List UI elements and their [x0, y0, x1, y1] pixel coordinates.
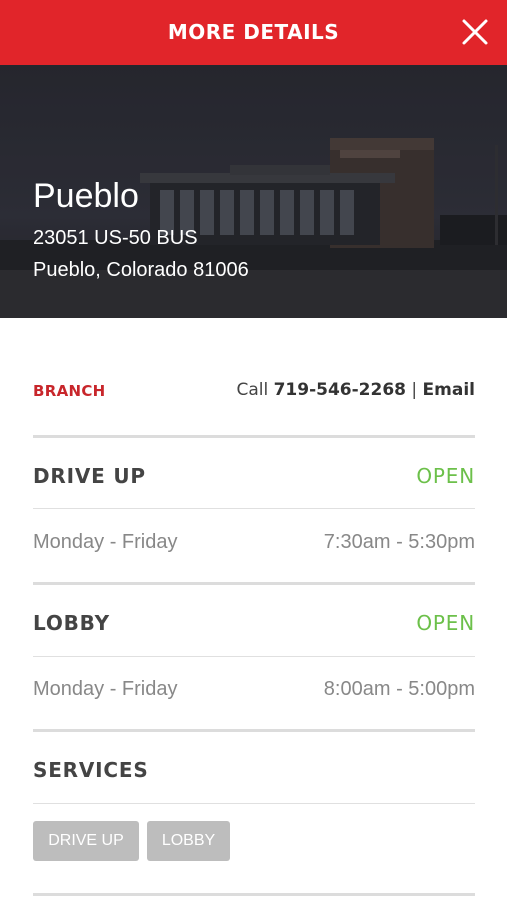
phone-link[interactable]: 719-546-2268 — [274, 380, 406, 400]
divider — [33, 656, 475, 657]
divider — [33, 435, 475, 438]
close-button[interactable] — [457, 14, 493, 50]
service-chip: LOBBY — [147, 821, 230, 861]
drive-up-status: OPEN — [416, 464, 475, 488]
divider — [33, 893, 475, 896]
drive-up-days: Monday - Friday — [33, 531, 178, 553]
page-title: MORE DETAILS — [167, 20, 340, 44]
divider — [33, 582, 475, 585]
address-line-2: Pueblo, Colorado 81006 — [33, 259, 249, 281]
call-prefix: Call — [236, 380, 269, 400]
divider — [33, 729, 475, 732]
divider — [33, 508, 475, 509]
contact-links: Call 719-546-2268 | Email — [236, 380, 475, 400]
branch-name: Pueblo — [33, 177, 139, 215]
close-icon — [462, 19, 488, 45]
location-type-label: BRANCH — [33, 382, 106, 400]
branch-photo-header: Pueblo 23051 US-50 BUS Pueblo, Colorado … — [0, 65, 507, 318]
email-link[interactable]: Email — [423, 380, 475, 400]
drive-up-hours: 7:30am - 5:30pm — [323, 531, 475, 553]
divider — [33, 803, 475, 804]
service-chip: DRIVE UP — [33, 821, 139, 861]
lobby-status: OPEN — [416, 611, 475, 635]
address-line-1: 23051 US-50 BUS — [33, 227, 198, 249]
lobby-hours: 8:00am - 5:00pm — [323, 678, 475, 700]
lobby-days: Monday - Friday — [33, 678, 178, 700]
contact-row: BRANCH Call 719-546-2268 | Email — [33, 378, 475, 404]
top-bar: MORE DETAILS — [0, 0, 507, 65]
services-title: SERVICES — [33, 758, 149, 782]
lobby-title: LOBBY — [33, 611, 110, 635]
drive-up-title: DRIVE UP — [33, 464, 146, 488]
contact-separator: | — [411, 380, 418, 400]
